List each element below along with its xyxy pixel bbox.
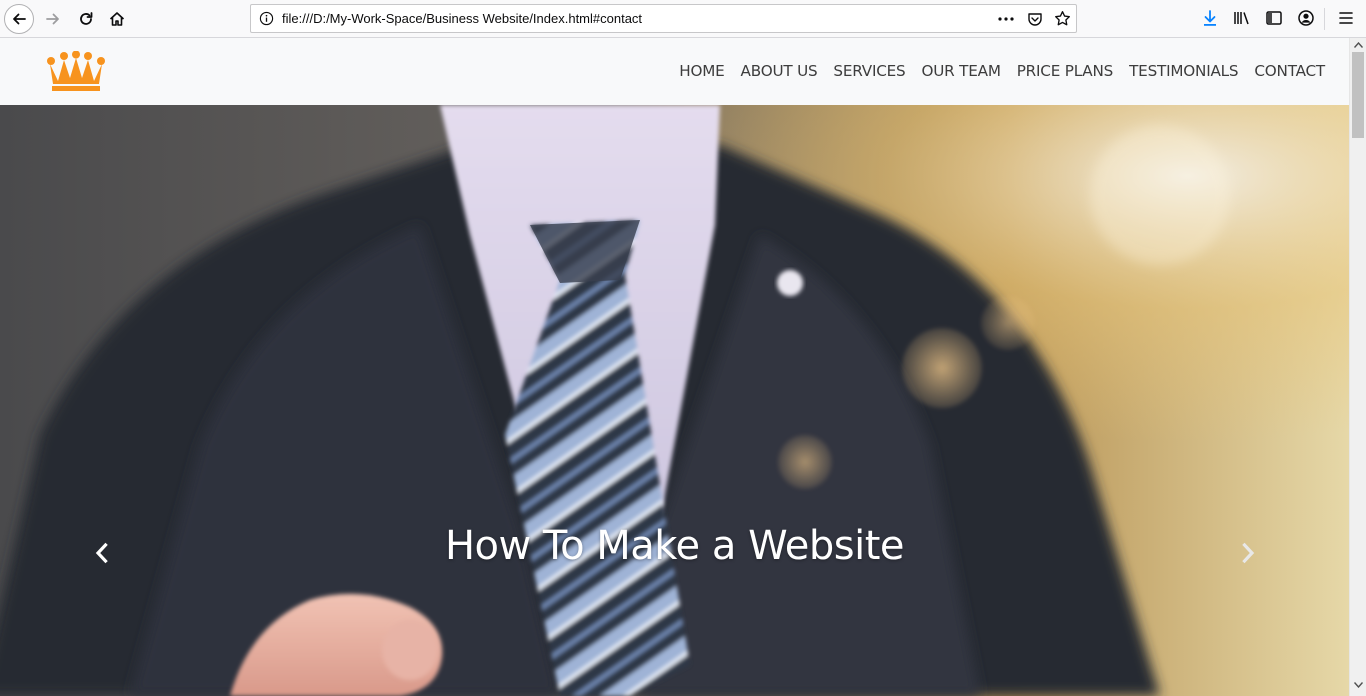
- browser-toolbar: file:///D:/My-Work-Space/Business Websit…: [0, 0, 1366, 38]
- nav-services[interactable]: SERVICES: [833, 62, 905, 80]
- toolbar-separator: [1324, 8, 1325, 30]
- nav-contact[interactable]: CONTACT: [1254, 62, 1325, 80]
- site-logo[interactable]: [45, 50, 107, 98]
- nav-our-team[interactable]: OUR TEAM: [922, 62, 1001, 80]
- carousel-prev-button[interactable]: [87, 538, 117, 568]
- download-icon[interactable]: [1201, 9, 1219, 27]
- carousel-next-button[interactable]: [1233, 538, 1263, 568]
- info-icon[interactable]: [259, 11, 274, 26]
- forward-button[interactable]: [38, 4, 68, 34]
- address-bar[interactable]: file:///D:/My-Work-Space/Business Websit…: [250, 4, 1077, 33]
- scrollbar-thumb[interactable]: [1352, 52, 1364, 138]
- url-text[interactable]: file:///D:/My-Work-Space/Business Websit…: [282, 11, 642, 26]
- carousel-caption: How To Make a Website: [444, 523, 905, 569]
- sidebar-icon[interactable]: [1265, 9, 1283, 27]
- site-navbar: HOME ABOUT US SERVICES OUR TEAM PRICE PL…: [0, 38, 1349, 105]
- hero-image: [0, 105, 1349, 696]
- chevron-right-icon: [1242, 542, 1255, 564]
- reload-icon: [80, 12, 93, 25]
- page-viewport: HOME ABOUT US SERVICES OUR TEAM PRICE PL…: [0, 38, 1366, 696]
- scroll-up-icon[interactable]: [1354, 42, 1363, 48]
- hero-carousel: How To Make a Website: [0, 105, 1349, 696]
- back-icon: [13, 13, 26, 25]
- page-actions-icon[interactable]: [997, 12, 1015, 26]
- star-icon[interactable]: [1054, 10, 1071, 27]
- page-scrollbar[interactable]: [1349, 38, 1366, 696]
- library-icon[interactable]: [1233, 9, 1251, 27]
- forward-icon: [46, 13, 59, 25]
- nav-testimonials[interactable]: TESTIMONIALS: [1129, 62, 1238, 80]
- home-button[interactable]: [102, 4, 132, 34]
- reload-button[interactable]: [71, 4, 101, 34]
- nav-about-us[interactable]: ABOUT US: [741, 62, 818, 80]
- account-icon[interactable]: [1297, 9, 1315, 27]
- nav-home[interactable]: HOME: [679, 62, 724, 80]
- pocket-icon[interactable]: [1027, 11, 1043, 27]
- back-button[interactable]: [4, 4, 34, 34]
- home-icon: [109, 12, 125, 26]
- scroll-down-icon[interactable]: [1354, 682, 1363, 688]
- nav-menu: HOME ABOUT US SERVICES OUR TEAM PRICE PL…: [679, 62, 1325, 80]
- menu-icon[interactable]: [1338, 9, 1354, 27]
- chevron-left-icon: [95, 542, 108, 564]
- crown-icon: [47, 50, 105, 91]
- nav-price-plans[interactable]: PRICE PLANS: [1017, 62, 1114, 80]
